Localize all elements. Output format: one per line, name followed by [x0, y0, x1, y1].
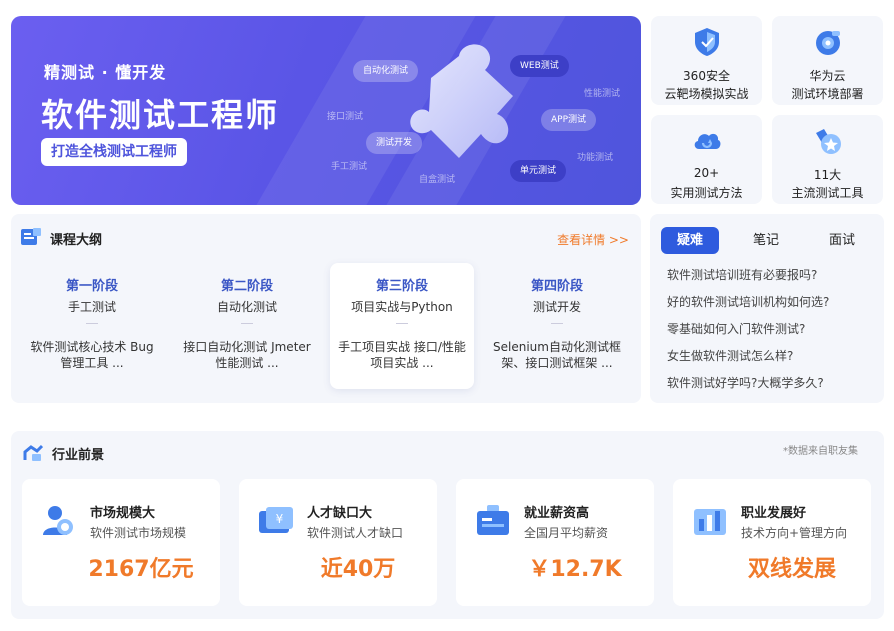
stat-value: 2167亿元	[88, 557, 194, 582]
stage-desc: 软件测试核心技术 Bug管理工具 ...	[30, 340, 154, 370]
divider	[551, 323, 563, 324]
ghost-label: 接口测试	[327, 112, 364, 122]
stage-topic: 手工测试	[67, 300, 116, 314]
stat-title: 市场规模大	[90, 506, 156, 521]
stat-title: 职业发展好	[741, 506, 807, 521]
star-badge-icon	[816, 129, 841, 154]
faq-question[interactable]: 女生做软件测试怎么样?	[667, 347, 793, 364]
outline-icon	[21, 228, 41, 245]
divider	[396, 323, 408, 324]
divider	[86, 323, 98, 324]
stat-title: 就业薪资高	[524, 506, 590, 521]
stat-subtitle: 软件测试市场规模	[90, 526, 187, 540]
feature-line2: 测试环境部署	[791, 87, 864, 101]
tab-notes[interactable]: 笔记	[737, 227, 795, 254]
svg-text:¥: ¥	[276, 512, 284, 526]
stage-card[interactable]: 第二阶段 自动化测试 接口自动化测试 Jmeter性能测试 ...	[175, 263, 319, 389]
stat-value: 双线发展	[747, 557, 836, 582]
chip-devtest: 测试开发	[366, 132, 423, 154]
ghost-label: 功能测试	[577, 153, 614, 163]
feature-card[interactable]: 11大 主流测试工具	[772, 115, 883, 204]
stage-card-active[interactable]: 第三阶段 项目实战与Python 手工项目实战 接口/性能项目实战 ...	[330, 263, 474, 389]
stat-subtitle: 软件测试人才缺口	[307, 526, 404, 540]
stat-card: 就业薪资高 全国月平均薪资 ￥12.7K	[456, 479, 654, 606]
banner-subtitle: 精测试 · 懂开发	[44, 63, 167, 82]
tab-interview[interactable]: 面试	[813, 227, 871, 254]
faq-question[interactable]: 软件测试培训班有必要报吗?	[667, 266, 817, 283]
stat-subtitle: 技术方向+管理方向	[741, 526, 848, 540]
banner-tag: 打造全栈测试工程师	[41, 138, 187, 166]
industry-panel: 行业前景 *数据来自职友集 市场规模大 软件测试市场规模 2167亿元 ¥ 人才…	[11, 431, 884, 619]
stat-card: 职业发展好 技术方向+管理方向 双线发展	[673, 479, 871, 606]
ghost-label: 自盒测试	[419, 175, 456, 185]
view-details-link[interactable]: 查看详情 >>	[557, 231, 629, 248]
ghost-label: 手工测试	[331, 162, 368, 172]
feature-line1: 11大	[813, 168, 842, 182]
stage-topic: 测试开发	[532, 300, 581, 314]
stat-card: ¥ 人才缺口大 软件测试人才缺口 近40万	[239, 479, 437, 606]
camera-icon	[816, 31, 840, 55]
faq-question[interactable]: 软件测试好学吗?大概学多久?	[667, 374, 824, 391]
faq-question[interactable]: 零基础如何入门软件测试?	[667, 320, 805, 337]
feature-line2: 实用测试方法	[670, 186, 743, 200]
stage-name: 第三阶段	[375, 279, 428, 294]
stat-value: ￥12.7K	[528, 557, 622, 582]
stage-desc: Selenium自动化测试框架、接口测试框架 ...	[493, 340, 621, 370]
market-icon	[43, 506, 73, 535]
salary-icon	[477, 505, 509, 535]
chip-web: WEB测试	[510, 55, 569, 77]
stat-title: 人才缺口大	[307, 506, 373, 521]
feature-line1: 20+	[693, 166, 720, 180]
stage-name: 第二阶段	[220, 279, 273, 294]
course-outline-panel: 课程大纲 查看详情 >> 第一阶段 手工测试 软件测试核心技术 Bug管理工具 …	[11, 214, 641, 403]
stage-name: 第一阶段	[65, 279, 118, 294]
industry-title: 行业前景	[52, 448, 105, 463]
stage-name: 第四阶段	[530, 279, 583, 294]
stage-topic: 项目实战与Python	[351, 300, 453, 314]
ghost-label: 性能测试	[584, 89, 621, 99]
stage-card[interactable]: 第一阶段 手工测试 软件测试核心技术 Bug管理工具 ...	[20, 263, 164, 389]
chip-automation: 自动化测试	[353, 60, 419, 82]
faq-question[interactable]: 好的软件测试培训机构如何选?	[667, 293, 829, 310]
tab-difficult[interactable]: 疑难	[661, 227, 719, 254]
course-title: 课程大纲	[50, 233, 103, 248]
stat-value: 近40万	[320, 557, 396, 582]
feature-line1: 华为云	[809, 69, 846, 83]
cloud-icon	[694, 133, 721, 149]
stat-subtitle: 全国月平均薪资	[524, 526, 609, 540]
divider	[241, 323, 253, 324]
feature-line1: 360安全	[683, 69, 730, 83]
feature-card[interactable]: 360安全 云靶场模拟实战	[651, 16, 762, 105]
growth-icon	[694, 509, 726, 535]
chip-unit: 单元测试	[510, 160, 567, 182]
feature-line2: 云靶场模拟实战	[664, 87, 749, 101]
stat-card: 市场规模大 软件测试市场规模 2167亿元	[22, 479, 220, 606]
stage-topic: 自动化测试	[216, 300, 277, 314]
chip-app: APP测试	[541, 109, 597, 131]
faq-panel: 疑难 笔记 面试 软件测试培训班有必要报吗? 好的软件测试培训机构如何选? 零基…	[650, 214, 884, 403]
stage-desc: 接口自动化测试 Jmeter性能测试 ...	[183, 340, 311, 370]
feature-card[interactable]: 20+ 实用测试方法	[651, 115, 762, 204]
hero-banner[interactable]: 精测试 · 懂开发 软件测试工程师 打造全栈测试工程师 自动化测试 WEB测试 …	[11, 16, 641, 205]
feature-card[interactable]: 华为云 测试环境部署	[772, 16, 883, 105]
shield-icon	[695, 28, 719, 56]
trend-icon	[23, 444, 43, 461]
feature-line2: 主流测试工具	[791, 186, 864, 200]
stage-card[interactable]: 第四阶段 测试开发 Selenium自动化测试框架、接口测试框架 ...	[485, 263, 629, 389]
banner-title: 软件测试工程师	[41, 96, 280, 134]
stage-desc: 手工项目实战 接口/性能项目实战 ...	[338, 340, 466, 370]
talent-icon: ¥	[259, 507, 293, 533]
data-source-note: *数据来自职友集	[783, 446, 858, 457]
